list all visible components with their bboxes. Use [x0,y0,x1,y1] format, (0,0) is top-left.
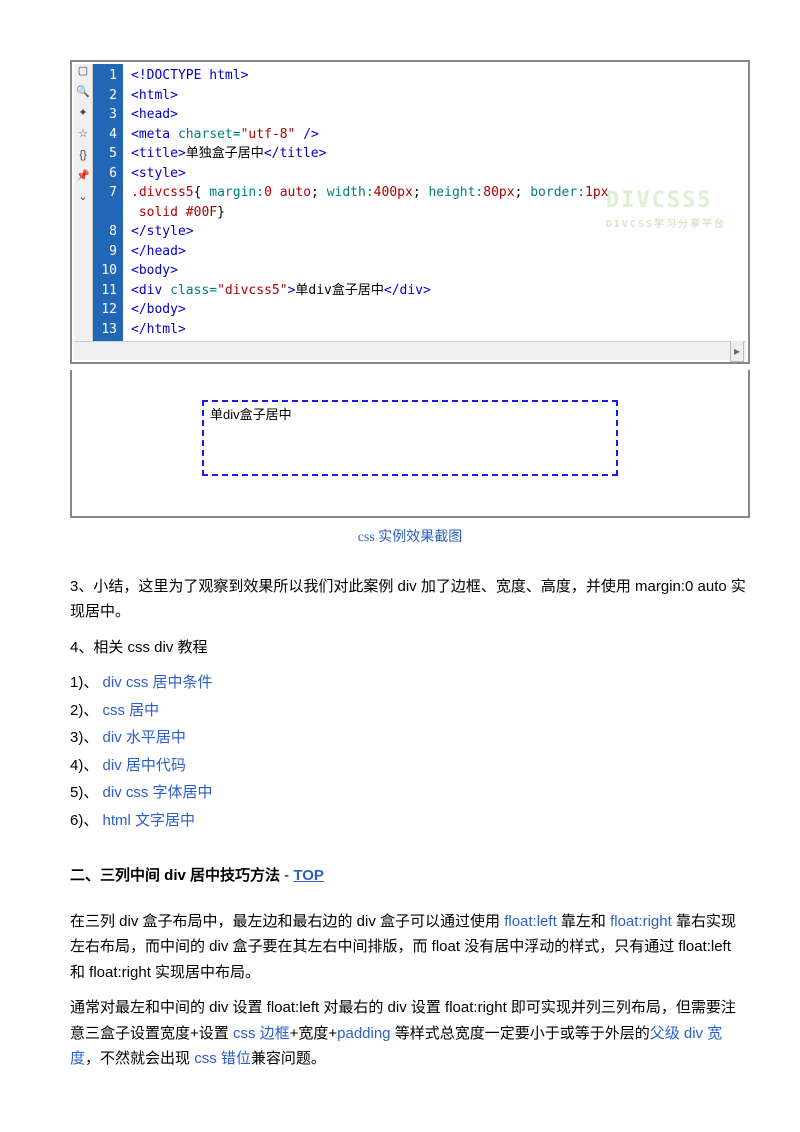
list-item: 2)、 css 居中 [70,698,750,724]
list-item: 5)、 div css 字体居中 [70,780,750,806]
css-border-link[interactable]: css 边框 [233,1025,290,1042]
braces-icon: {} [79,150,86,161]
tutorial-link[interactable]: div css 居中条件 [103,674,213,691]
summary-paragraph: 3、小结，这里为了观察到效果所以我们对此案例 div 加了边框、宽度、高度，并使… [70,574,750,625]
tutorial-link[interactable]: div 水平居中 [103,729,186,746]
marker-icon: ✦ [78,108,87,119]
preview-pane: 单div盒子居中 [70,370,750,518]
tutorial-link[interactable]: html 文字居中 [103,812,196,829]
horizontal-scrollbar[interactable]: ▸ [74,341,746,360]
paragraph-5: 在三列 div 盒子布局中，最左边和最右边的 div 盒子可以通过使用 floa… [70,909,750,986]
list-item: 1)、 div css 居中条件 [70,670,750,696]
search-icon: 🔍 [76,87,90,98]
code-area: DIVCSS5DIVCSS学习分享平台 <!DOCTYPE html><html… [123,64,746,341]
star-icon: ☆ [78,129,88,140]
line-numbers: 1234567 8910111213 [93,64,123,341]
doc-icon: ▢ [78,66,88,77]
tutorial-link[interactable]: div 居中代码 [103,757,186,774]
related-links-list: 1)、 div css 居中条件2)、 css 居中3)、 div 水平居中4)… [70,670,750,833]
code-editor-block: ▢ 🔍 ✦ ☆ {} 📌 ⌄ 1234567 8910111213 DIVCSS… [70,60,750,364]
pin-icon: 📌 [76,171,90,182]
padding-link[interactable]: padding [337,1025,390,1042]
preview-box: 单div盒子居中 [202,400,618,476]
watermark: DIVCSS5DIVCSS学习分享平台 [606,184,726,232]
section-heading: 二、三列中间 div 居中技巧方法 - TOP [70,863,750,889]
tutorial-link[interactable]: css 居中 [103,702,160,719]
editor-gutter: ▢ 🔍 ✦ ☆ {} 📌 ⌄ [74,64,93,341]
list-item: 4)、 div 居中代码 [70,753,750,779]
figure-caption: css 实例效果截图 [70,526,750,550]
tutorial-link[interactable]: div css 字体居中 [103,784,213,801]
css-misalign-link[interactable]: css 错位 [194,1050,251,1067]
caret-icon: ⌄ [78,192,87,203]
section-title: 二、三列中间 div 居中技巧方法 [70,867,280,884]
paragraph-6: 通常对最左和中间的 div 设置 float:left 对最右的 div 设置 … [70,995,750,1072]
scroll-right-icon[interactable]: ▸ [730,340,744,362]
float-left-link[interactable]: float:left [504,913,557,930]
float-right-link[interactable]: float:right [610,913,672,930]
list-item: 3)、 div 水平居中 [70,725,750,751]
top-link[interactable]: TOP [293,867,324,884]
related-heading: 4、相关 css div 教程 [70,635,750,661]
list-item: 6)、 html 文字居中 [70,808,750,834]
